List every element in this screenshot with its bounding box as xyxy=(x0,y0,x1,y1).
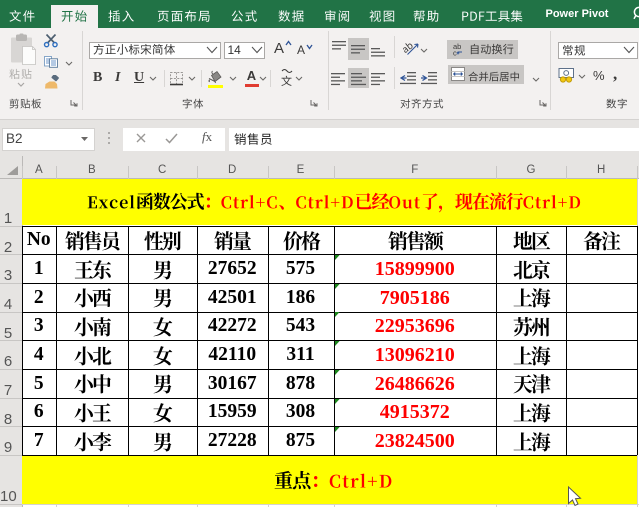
svg-text:c: c xyxy=(453,49,457,57)
